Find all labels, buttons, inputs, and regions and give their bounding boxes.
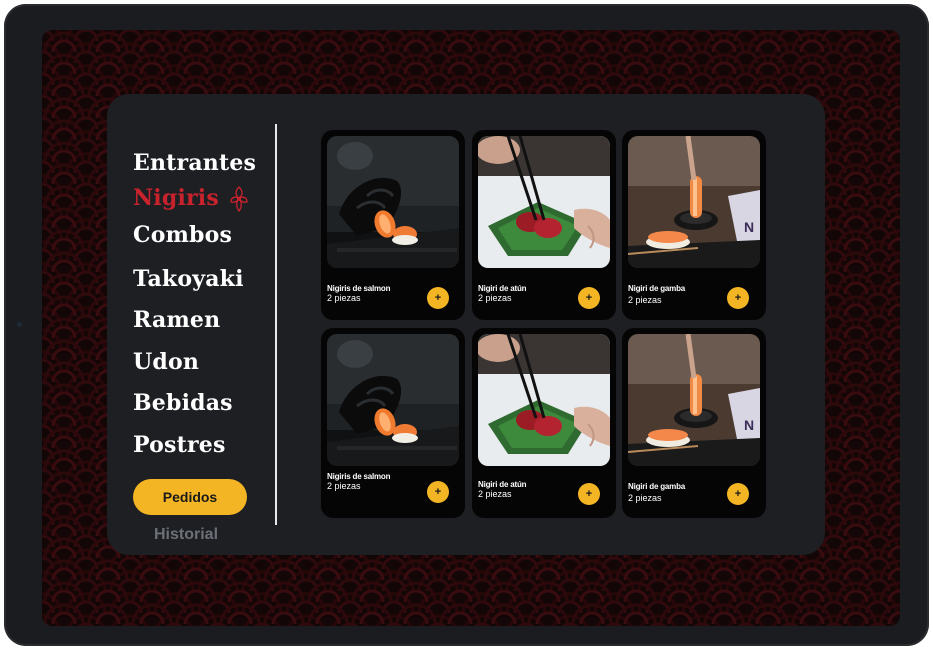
product-name: Nigiri de gamba — [628, 284, 686, 293]
category-bebidas[interactable]: Bebidas — [133, 390, 233, 416]
shrimp-nigiri-photo: N — [628, 136, 760, 268]
category-udon[interactable]: Udon — [133, 349, 199, 375]
product-pieces: 2 piezas — [628, 493, 662, 503]
salmon-nigiri-photo — [327, 334, 459, 466]
tuna-nigiri-photo — [478, 334, 610, 466]
category-postres[interactable]: Postres — [133, 432, 226, 458]
shrimp-nigiri-photo: N — [628, 334, 760, 466]
product-card[interactable]: Nigiris de salmon 2 piezas + — [321, 328, 465, 518]
category-nigiris[interactable]: Nigiris — [133, 185, 219, 211]
product-pieces: 2 piezas — [628, 295, 662, 305]
add-to-order-button[interactable]: + — [578, 483, 600, 505]
category-ramen[interactable]: Ramen — [133, 307, 220, 333]
product-card[interactable]: N Nigiri de gamba 2 piezas + — [622, 130, 766, 320]
salmon-nigiri-photo — [327, 136, 459, 268]
svg-text:N: N — [744, 219, 754, 235]
sakura-flower-icon — [230, 186, 248, 213]
product-name: Nigiris de salmon — [327, 284, 391, 293]
tuna-nigiri-photo — [478, 136, 610, 268]
orders-button[interactable]: Pedidos — [133, 479, 247, 515]
product-name: Nigiri de atún — [478, 480, 527, 489]
category-combos[interactable]: Combos — [133, 222, 232, 248]
history-link[interactable]: Historial — [154, 526, 218, 544]
menu-divider — [275, 124, 277, 525]
product-name: Nigiri de gamba — [628, 482, 686, 491]
front-camera — [17, 322, 22, 327]
add-to-order-button[interactable]: + — [427, 287, 449, 309]
svg-text:N: N — [744, 417, 754, 433]
product-name: Nigiris de salmon — [327, 472, 391, 481]
category-takoyaki[interactable]: Takoyaki — [133, 266, 244, 292]
product-name: Nigiri de atún — [478, 284, 527, 293]
product-pieces: 2 piezas — [327, 481, 361, 491]
menu-panel: Entrantes Nigiris Combos Takoyaki Ramen … — [107, 94, 825, 555]
product-card[interactable]: Nigiris de salmon 2 piezas + — [321, 130, 465, 320]
add-to-order-button[interactable]: + — [578, 287, 600, 309]
product-pieces: 2 piezas — [478, 489, 512, 499]
product-card[interactable]: N Nigiri de gamba 2 piezas + — [622, 328, 766, 518]
add-to-order-button[interactable]: + — [727, 287, 749, 309]
product-pieces: 2 piezas — [478, 293, 512, 303]
add-to-order-button[interactable]: + — [727, 483, 749, 505]
product-pieces: 2 piezas — [327, 293, 361, 303]
product-card[interactable]: Nigiri de atún 2 piezas + — [472, 328, 616, 518]
category-entrantes[interactable]: Entrantes — [133, 150, 256, 176]
product-card[interactable]: Nigiri de atún 2 piezas + — [472, 130, 616, 320]
add-to-order-button[interactable]: + — [427, 481, 449, 503]
